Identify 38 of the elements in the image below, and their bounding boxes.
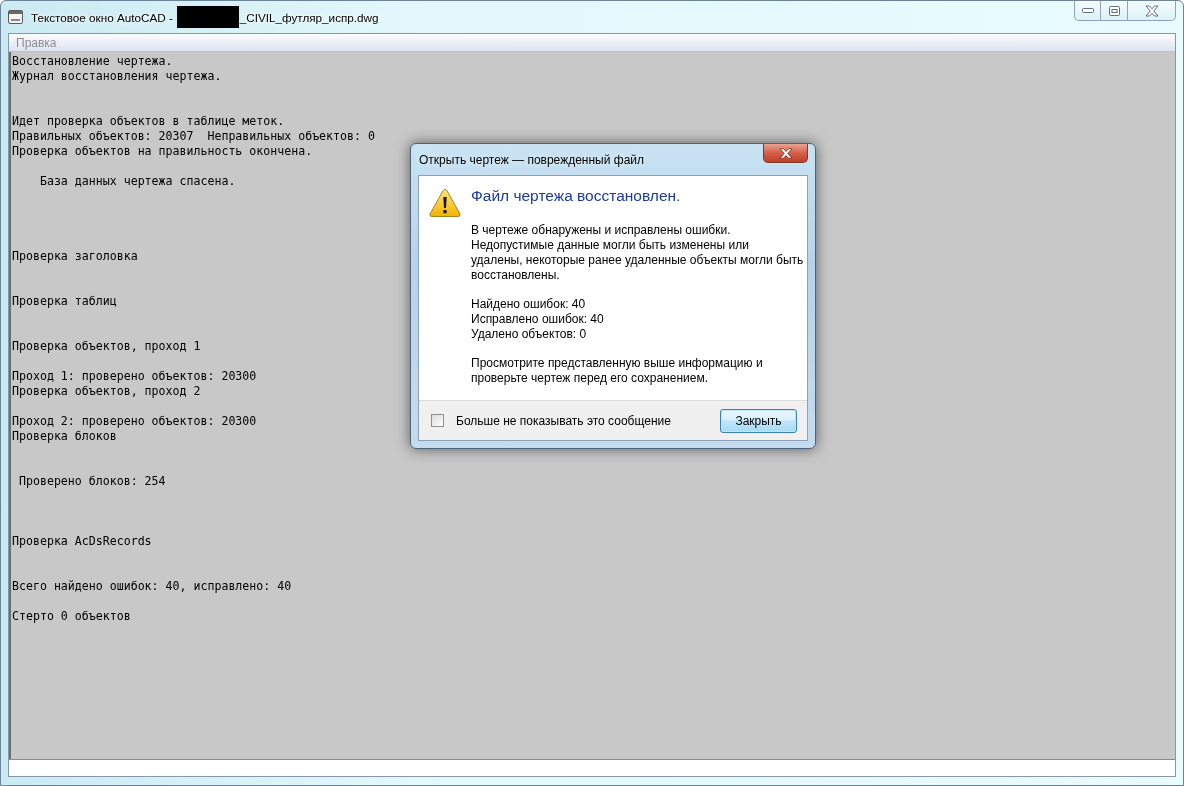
minimize-button[interactable] [1074,1,1101,21]
close-button[interactable]: Закрыть [720,408,797,433]
window-title: _CIVIL_футляр_испр.dwg [239,10,379,24]
log-line: Правильных объектов: 20307 Неправильных объектов: 0 [12,129,375,143]
maximize-button[interactable] [1101,1,1128,21]
log-line: Восстановление чертежа. [12,54,173,68]
log-line: Идет проверка объектов в таблице меток. [12,114,285,128]
dialog-message: Просмотрите представленную выше информацию и проверьте чертеж перед его сохранением. [471,356,763,386]
log-line: Проверено блоков: 254 [17,474,166,488]
log-line: Проход 1: проверено объектов: 20300 [12,369,257,383]
close-icon [1144,4,1159,17]
log-line: Журнал восстановления чертежа. [12,69,222,83]
dialog-message: В чертеже обнаружены и исправлены ошибки. Недопустимые данные могли быть изменены или удалены, некоторые ранее удаленные объекты могли быть восстановлены. [471,223,804,283]
maximize-icon [1108,5,1120,16]
minimize-icon [1081,8,1094,13]
log-line: Проверка блоков [12,429,117,443]
log-line: Проверка объектов на правильность окончена. [12,144,313,158]
checkbox[interactable] [431,414,444,427]
dialog-heading: Файл чертежа восстановлен. [471,186,681,206]
log-line: Проверка объектов, проход 1 [12,339,201,353]
dialog-title: Открыть чертеж — поврежденный файл [419,152,645,167]
command-line-field[interactable] [9,759,1175,776]
checkbox-label[interactable]: Больше не показывать это сообщение [456,413,671,428]
log-line: Проверка AcDsRecords [12,534,152,548]
warning-icon [429,188,461,218]
dialog-message: Найдено ошибок: 40 Исправлено ошибок: 40 Удалено объектов: 0 [471,297,604,342]
log-line: Проход 2: проверено объектов: 20300 [12,414,257,428]
log-line: Проверка заголовка [12,249,138,263]
window-icon [8,10,23,24]
close-button[interactable] [763,144,808,163]
redaction-block [176,6,239,28]
window-title: Текстовое окно AutoCAD - [31,10,173,24]
log-line: Проверка объектов, проход 2 [12,384,201,398]
close-icon [778,147,793,159]
log-line: Проверка таблиц [12,294,117,308]
log-line: Стерто 0 объектов [12,609,131,623]
log-line: База данных чертежа спасена. [38,174,236,188]
log-line: Всего найдено ошибок: 40, исправлено: 40 [12,579,292,593]
